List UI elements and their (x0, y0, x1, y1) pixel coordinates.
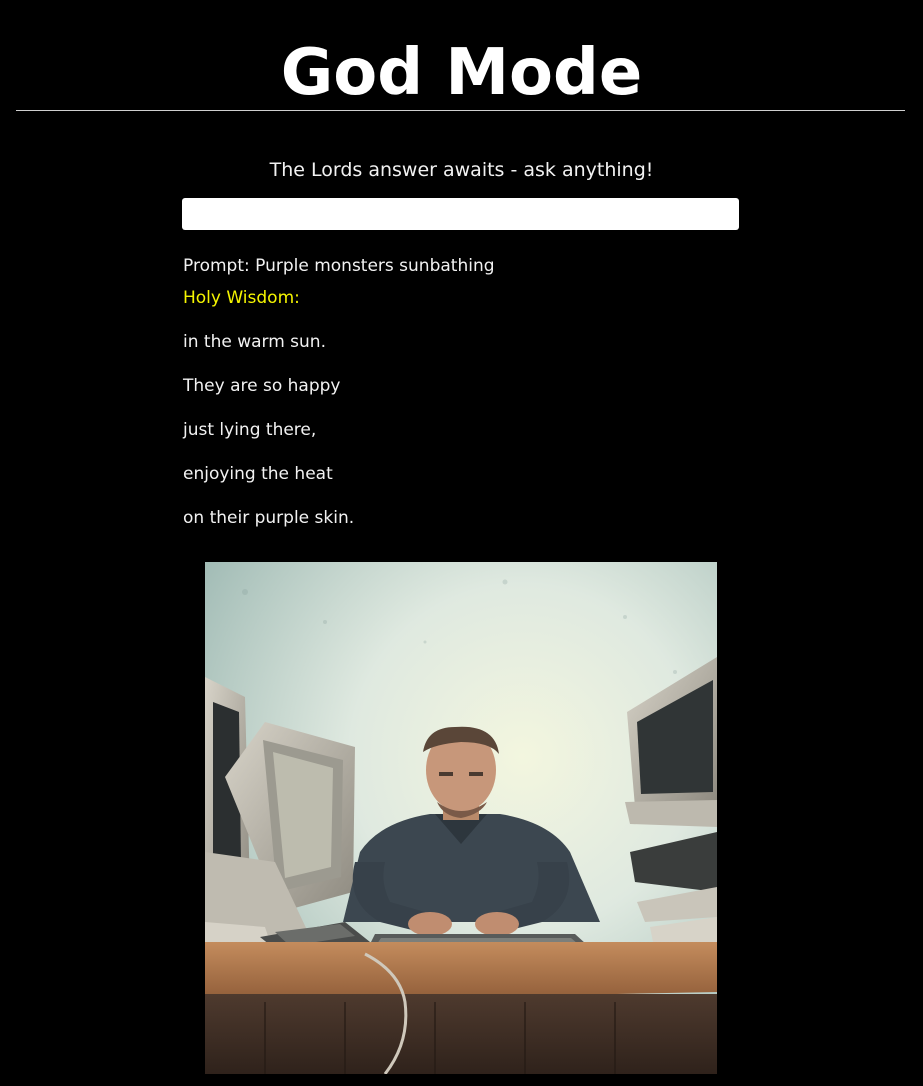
title-divider (16, 110, 905, 111)
answer-line: just lying there, (183, 420, 317, 440)
holy-wisdom-label: Holy Wisdom: (183, 288, 300, 308)
answer-line: They are so happy (183, 376, 341, 396)
ask-prompt-heading: The Lords answer awaits - ask anything! (269, 159, 654, 181)
generated-image (205, 562, 717, 1074)
answer-line: enjoying the heat (183, 464, 333, 484)
answer-line: on their purple skin. (183, 508, 355, 528)
page-title: God Mode (280, 36, 643, 110)
answer-line: in the warm sun. (183, 332, 326, 352)
question-input[interactable] (182, 198, 739, 230)
prompt-text: Prompt: Purple monsters sunbathing (183, 256, 495, 276)
